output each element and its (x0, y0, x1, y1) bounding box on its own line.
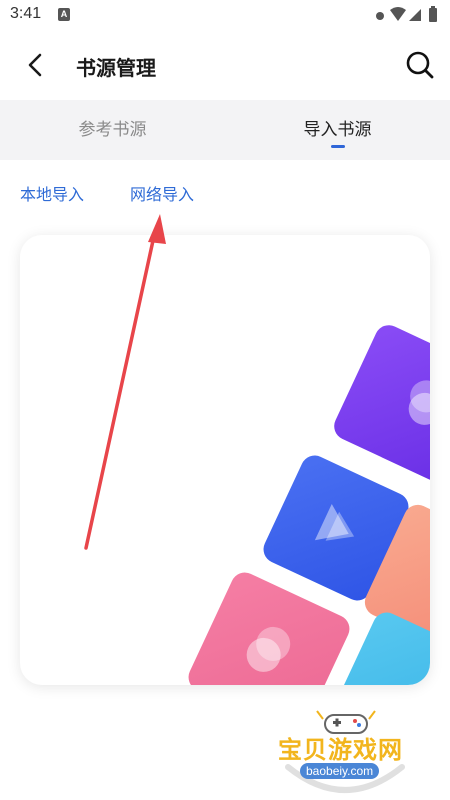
settings-dot-icon (376, 12, 384, 20)
local-import-link[interactable]: 本地导入 (20, 181, 84, 205)
illustration-card (20, 235, 430, 685)
active-tab-indicator (331, 145, 345, 148)
title-bar: 书源管理 (0, 30, 450, 100)
status-time: 3:41 (10, 5, 42, 22)
tab-reference-sources[interactable]: 参考书源 (0, 100, 225, 160)
tab-import-sources[interactable]: 导入书源 (225, 100, 450, 160)
battery-icon (429, 8, 437, 22)
back-chevron-icon[interactable] (22, 50, 50, 80)
cellular-signal-icon (409, 9, 421, 21)
status-icons (376, 6, 440, 24)
wifi-icon (390, 7, 406, 21)
network-import-link[interactable]: 网络导入 (130, 181, 194, 205)
site-watermark: 宝贝游戏网 baobeiy.com (270, 705, 420, 797)
watermark-title: 宝贝游戏网 (278, 736, 403, 764)
page-title: 书源管理 (76, 56, 156, 80)
tab-bar: 参考书源 导入书源 (0, 100, 450, 160)
watermark-url: baobeiy.com (300, 763, 380, 779)
search-icon[interactable] (404, 49, 436, 81)
status-bar: 3:41 A (0, 0, 450, 30)
purple-tile (334, 325, 430, 481)
notification-badge: A (58, 8, 70, 21)
